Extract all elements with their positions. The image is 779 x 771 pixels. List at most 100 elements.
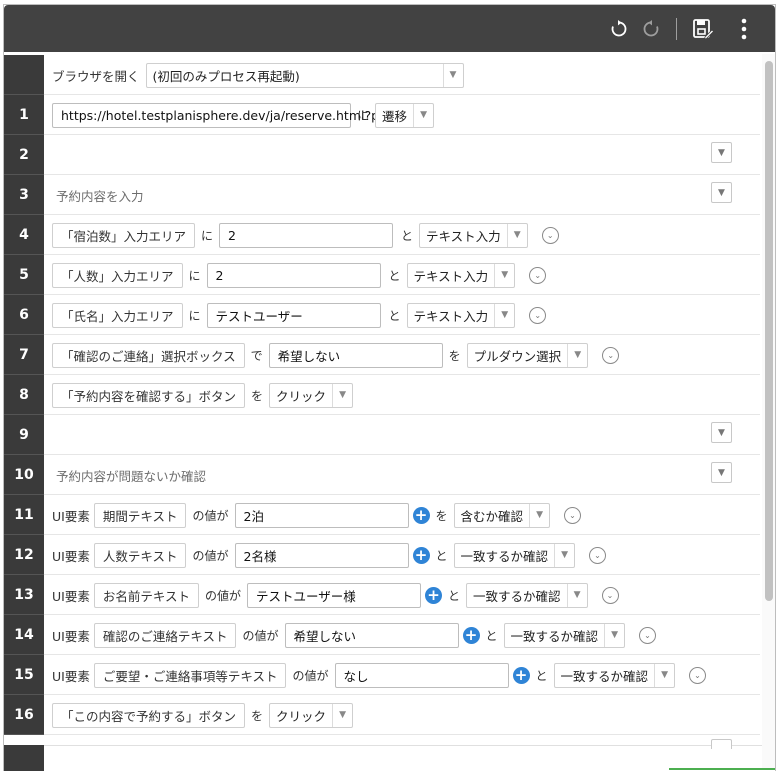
assert-select[interactable]: 一致するか確認 ▼ [453, 542, 576, 568]
expected-value-input[interactable]: 2名様 [234, 542, 409, 568]
expand-options-icon[interactable]: ⌄ [529, 306, 547, 324]
step-row[interactable]: 6 「氏名」入力エリア に テストユーザー と テキスト入力 ▼ ⌄ [4, 295, 760, 335]
step-comment[interactable]: 予約内容を入力 [56, 186, 144, 205]
step-row-comment[interactable]: 3 予約内容を入力 ▼ [4, 175, 760, 215]
action-select[interactable]: プルダウン選択 ▼ [466, 342, 589, 368]
step-connector: と [388, 268, 401, 283]
browser-mode-select[interactable]: (初回のみプロセス再起動) ▼ [145, 62, 464, 88]
step-number: 8 [4, 375, 44, 415]
step-row[interactable]: 8 「予約内容を確認する」ボタン を クリック ▼ [4, 375, 760, 415]
chevron-down-icon: ▼ [413, 103, 433, 127]
step-row-open-browser[interactable]: ブラウザを開く (初回のみプロセス再起動) ▼ [4, 55, 760, 95]
save-edit-icon[interactable] [690, 15, 716, 43]
expected-value-input[interactable]: 希望しない [284, 622, 459, 648]
expand-options-icon[interactable]: ⌄ [639, 626, 657, 644]
undo-icon[interactable] [606, 15, 632, 43]
step-row-assert[interactable]: 14 UI要素 確認のご連絡テキスト の値が 希望しない + と 一致するか確認… [4, 615, 760, 655]
step-type-dropdown[interactable] [711, 739, 732, 749]
step-number: 11 [4, 495, 44, 535]
expected-value-input[interactable]: テストユーザー様 [247, 582, 421, 608]
step-row-assert[interactable]: 12 UI要素 人数テキスト の値が 2名様 + と 一致するか確認 ▼ ⌄ [4, 535, 760, 575]
value-input[interactable]: テストユーザー [206, 302, 381, 328]
expand-options-icon[interactable]: ⌄ [541, 226, 559, 244]
ui-element-prefix: UI要素 [52, 508, 90, 524]
action-select[interactable]: テキスト入力 ▼ [419, 222, 528, 248]
step-type-dropdown[interactable]: ▼ [711, 462, 732, 483]
step-row[interactable]: 4 「宿泊数」入力エリア に 2 と テキスト入力 ▼ ⌄ [4, 215, 760, 255]
step-connector: と [448, 588, 461, 603]
step-content: 予約内容を入力 [52, 175, 144, 215]
add-icon[interactable]: + [512, 666, 530, 684]
expected-value-input[interactable]: なし [334, 662, 509, 688]
step-row-assert[interactable]: 11 UI要素 期間テキスト の値が 2泊 + を 含むか確認 ▼ ⌄ [4, 495, 760, 535]
step-row-assert[interactable]: 15 UI要素 ご要望・ご連絡事項等テキスト の値が なし + と 一致するか確… [4, 655, 760, 695]
target-element[interactable]: 「確認のご連絡」選択ボックス [52, 342, 245, 368]
step-type-dropdown[interactable]: ▼ [711, 422, 732, 443]
assert-select[interactable]: 一致するか確認 ▼ [503, 622, 626, 648]
assert-select[interactable]: 一致するか確認 ▼ [553, 662, 676, 688]
redo-icon[interactable] [638, 15, 664, 43]
step-content: UI要素 確認のご連絡テキスト の値が 希望しない + と 一致するか確認 ▼ … [52, 615, 657, 655]
select-value: (初回のみプロセス再起動) [152, 68, 300, 84]
editor-frame: ブラウザを開く (初回のみプロセス再起動) ▼ 1 https://hotel.… [3, 4, 776, 771]
action-select[interactable]: クリック ▼ [269, 702, 354, 728]
step-row-empty[interactable]: 2 ▼ [4, 135, 760, 175]
step-connector: に [357, 108, 370, 123]
target-element[interactable]: 「氏名」入力エリア [52, 302, 183, 328]
value-input[interactable]: 2 [206, 262, 381, 288]
value-input[interactable]: 希望しない [268, 342, 443, 368]
expand-options-icon[interactable]: ⌄ [529, 266, 547, 284]
target-element[interactable]: 「この内容で予約する」ボタン [52, 702, 246, 728]
action-select[interactable]: テキスト入力 ▼ [406, 302, 516, 328]
target-element[interactable]: ご要望・ご連絡事項等テキスト [93, 662, 287, 688]
step-row-empty[interactable]: 9 ▼ [4, 415, 760, 455]
expand-options-icon[interactable]: ⌄ [689, 666, 707, 684]
step-connector: の値が [192, 508, 229, 523]
url-input[interactable]: https://hotel.testplanisphere.dev/ja/res… [52, 102, 379, 128]
scrollbar-thumb[interactable] [765, 61, 773, 601]
target-element[interactable]: お名前テキスト [93, 582, 199, 608]
target-element[interactable]: 「宿泊数」入力エリア [52, 222, 196, 248]
step-type-dropdown[interactable]: ▼ [711, 142, 732, 163]
expected-value-input[interactable]: 2泊 [234, 502, 409, 528]
step-type-dropdown[interactable]: ▼ [711, 182, 732, 203]
target-element[interactable]: 「人数」入力エリア [52, 262, 183, 288]
step-row-comment[interactable]: 10 予約内容が問題ないか確認 ▼ [4, 455, 760, 495]
assert-select[interactable]: 含むか確認 ▼ [453, 502, 551, 528]
step-row[interactable]: 16 「この内容で予約する」ボタン を クリック ▼ [4, 695, 760, 735]
chevron-down-icon: ▼ [654, 663, 674, 687]
target-element[interactable]: 確認のご連絡テキスト [93, 622, 237, 648]
expand-options-icon[interactable]: ⌄ [589, 546, 607, 564]
more-vertical-icon[interactable] [731, 15, 757, 43]
expand-options-icon[interactable]: ⌄ [602, 346, 620, 364]
select-value: テキスト入力 [413, 308, 489, 324]
step-row-assert[interactable]: 13 UI要素 お名前テキスト の値が テストユーザー様 + と 一致するか確認… [4, 575, 760, 615]
action-select[interactable]: クリック ▼ [269, 382, 354, 408]
add-icon[interactable]: + [412, 546, 430, 564]
step-row[interactable]: 7 「確認のご連絡」選択ボックス で 希望しない を プルダウン選択 ▼ ⌄ [4, 335, 760, 375]
step-content: UI要素 人数テキスト の値が 2名様 + と 一致するか確認 ▼ ⌄ [52, 535, 607, 575]
expand-options-icon[interactable]: ⌄ [601, 586, 619, 604]
action-select[interactable]: 遷移 ▼ [375, 102, 435, 128]
action-select[interactable]: テキスト入力 ▼ [406, 262, 516, 288]
step-comment[interactable]: 予約内容が問題ないか確認 [56, 466, 206, 485]
step-number: 6 [4, 295, 44, 335]
step-content: 「この内容で予約する」ボタン を クリック ▼ [52, 695, 354, 735]
target-element[interactable]: 人数テキスト [93, 542, 187, 568]
add-icon[interactable]: + [412, 506, 430, 524]
chevron-down-icon: ▼ [494, 303, 514, 327]
target-element[interactable]: 「予約内容を確認する」ボタン [52, 382, 246, 408]
add-icon[interactable]: + [425, 586, 442, 604]
step-connector: に [188, 308, 201, 323]
step-content: UI要素 ご要望・ご連絡事項等テキスト の値が なし + と 一致するか確認 ▼… [52, 655, 707, 695]
value-input[interactable]: 2 [219, 222, 394, 248]
assert-select[interactable]: 一致するか確認 ▼ [466, 582, 588, 608]
step-row[interactable]: 5 「人数」入力エリア に 2 と テキスト入力 ▼ ⌄ [4, 255, 760, 295]
step-row-partial[interactable] [4, 745, 762, 771]
target-element[interactable]: 期間テキスト [93, 502, 187, 528]
step-number: 7 [4, 335, 44, 375]
expand-options-icon[interactable]: ⌄ [564, 506, 582, 524]
step-number: 14 [4, 615, 44, 655]
add-icon[interactable]: + [462, 626, 480, 644]
step-row[interactable]: 1 https://hotel.testplanisphere.dev/ja/r… [4, 95, 760, 135]
